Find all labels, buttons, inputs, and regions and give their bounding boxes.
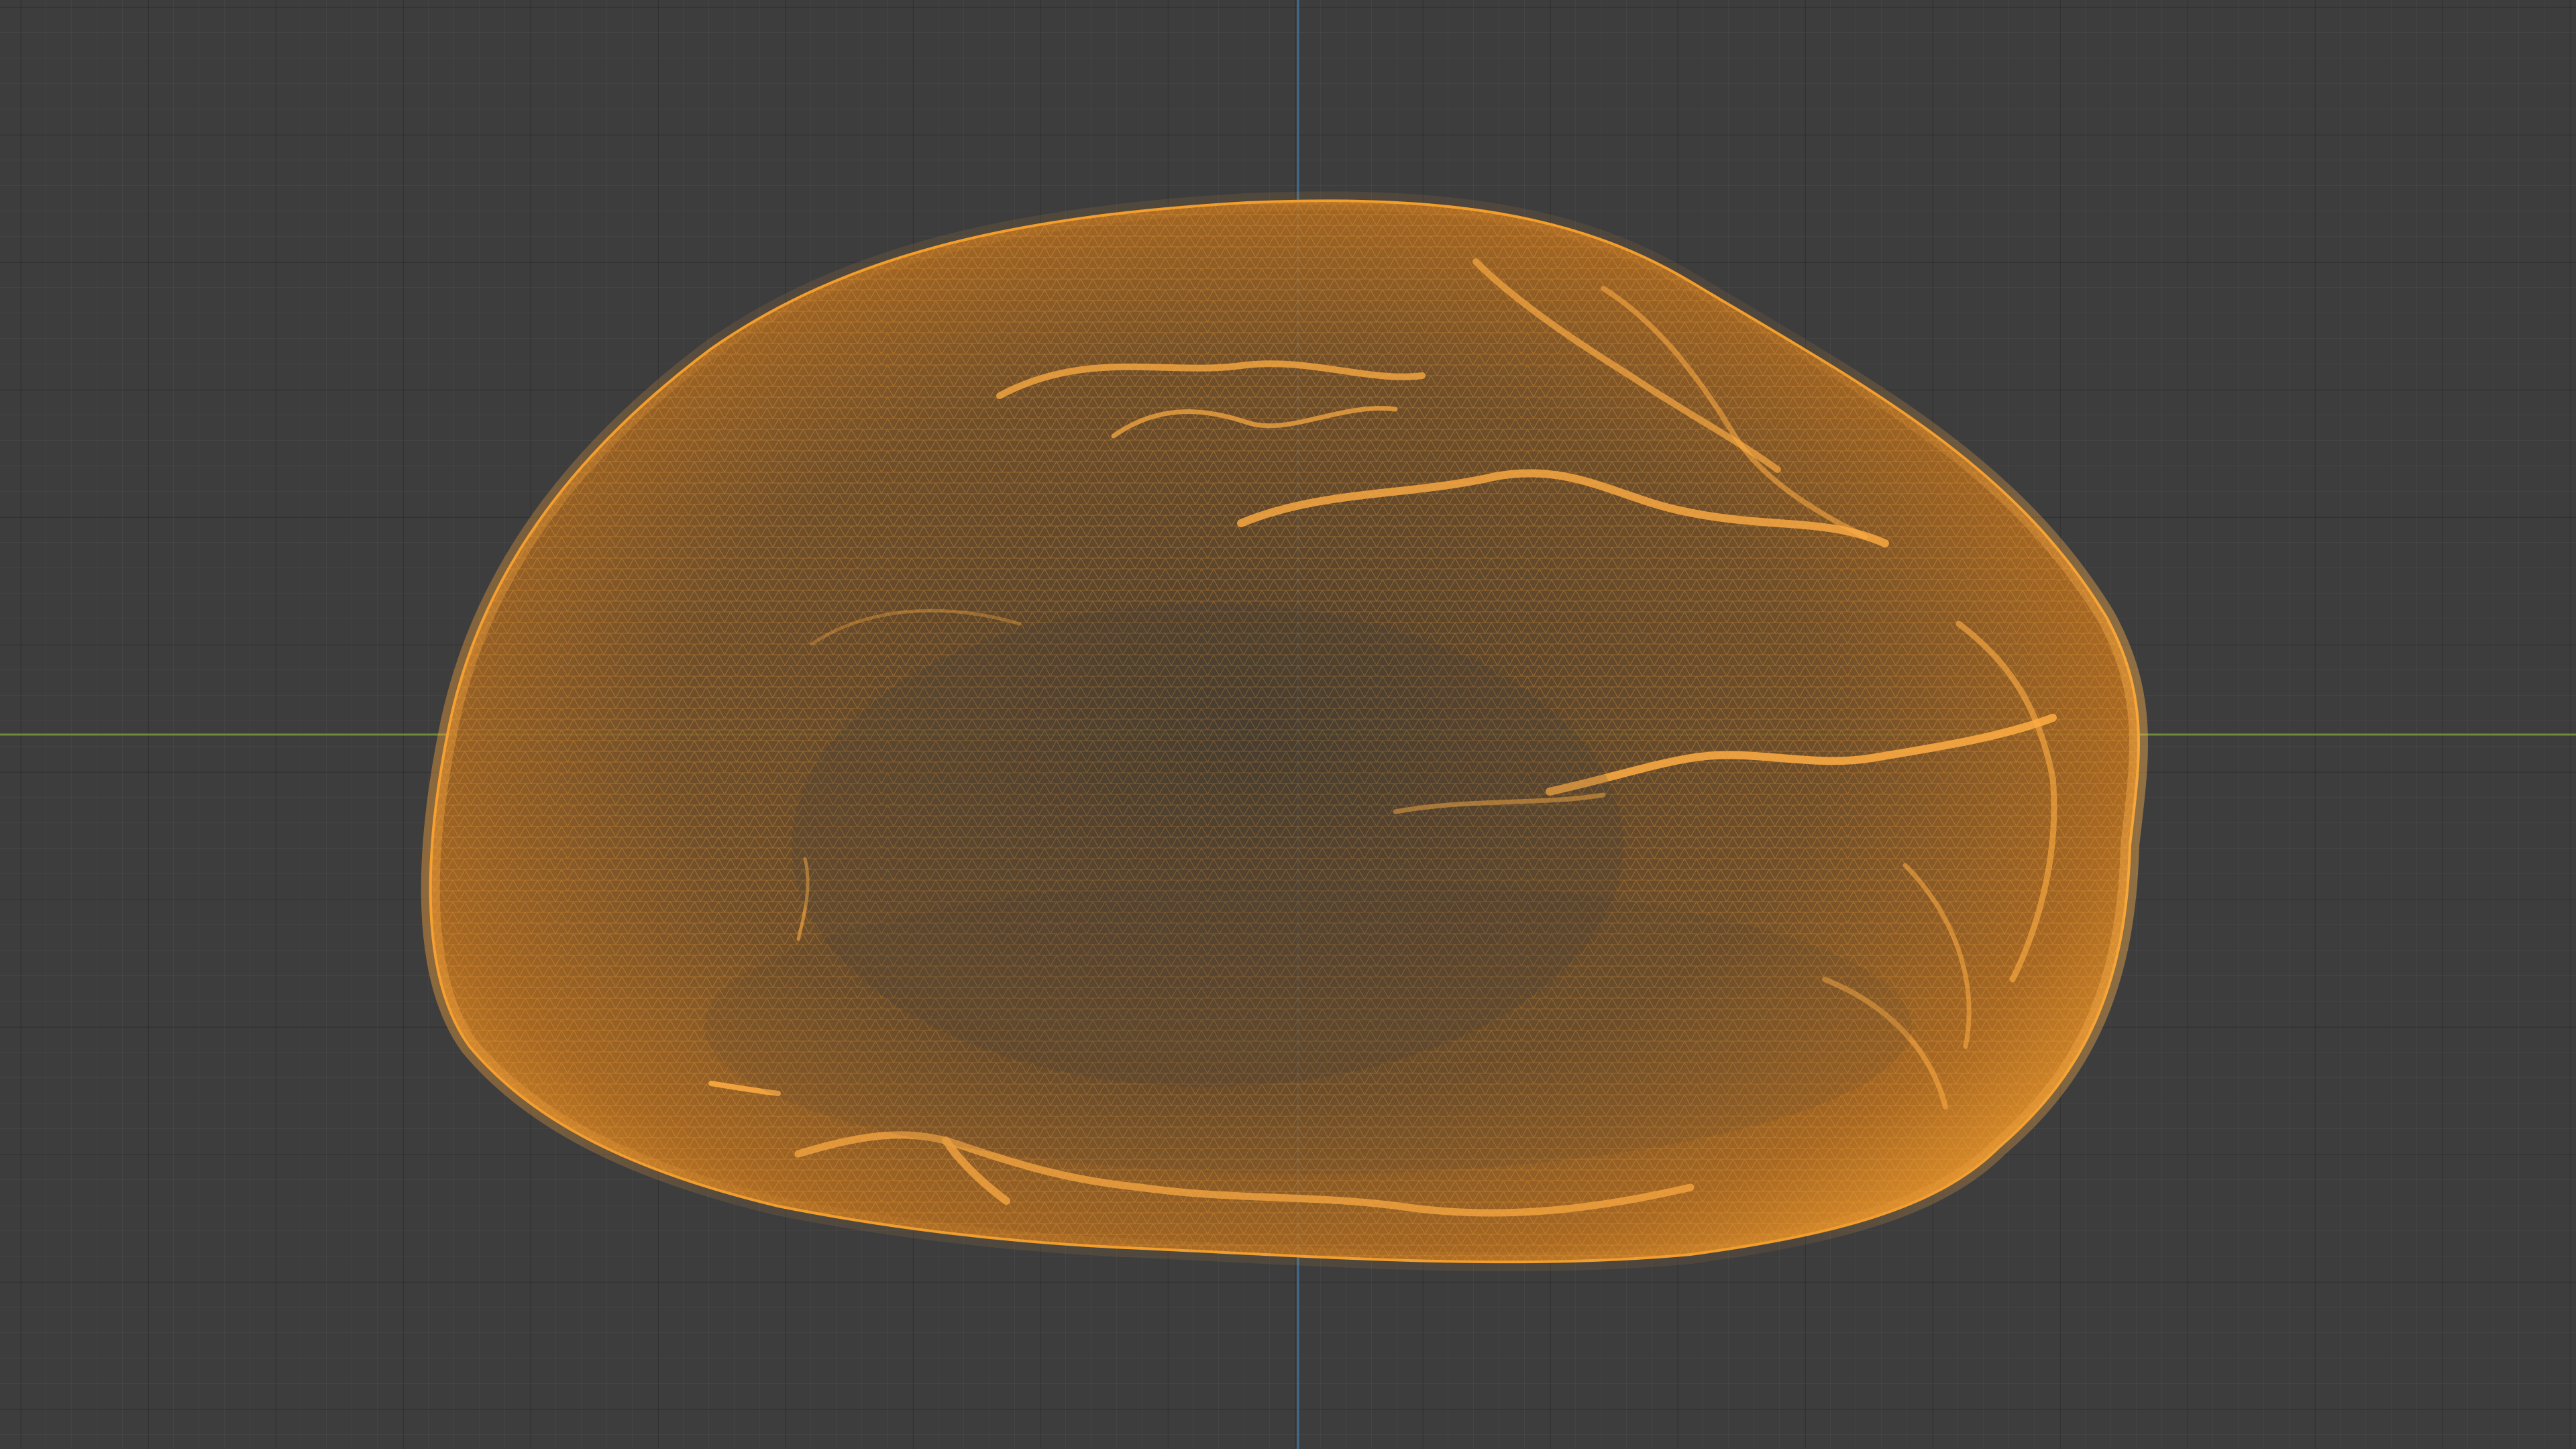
wireframe-mesh-object[interactable] — [421, 191, 2148, 1272]
viewport-canvas[interactable] — [0, 0, 2576, 1449]
3d-viewport[interactable] — [0, 0, 2576, 1449]
mesh-lower-shadow — [704, 879, 1912, 1174]
